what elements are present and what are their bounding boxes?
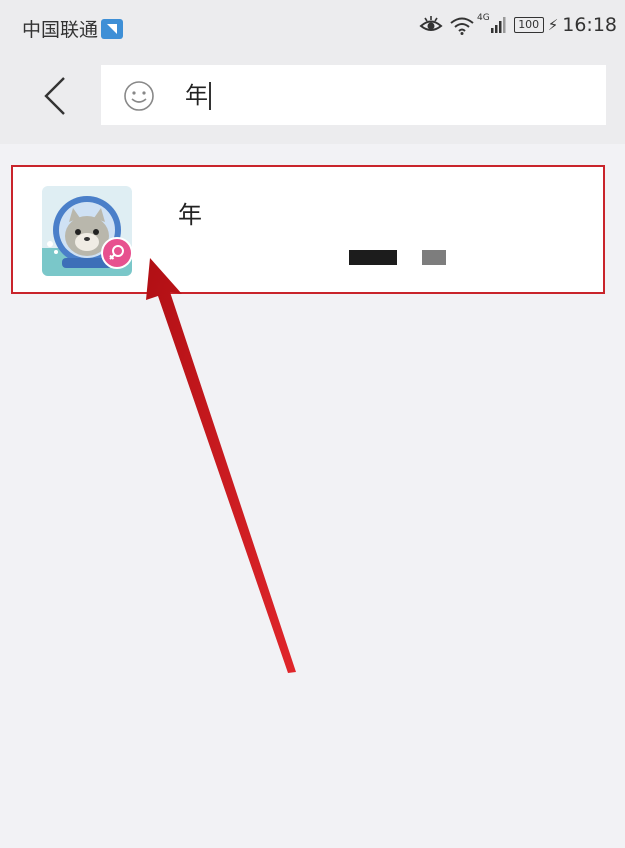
contact-name: 年 xyxy=(178,201,202,229)
redacted-text xyxy=(422,250,446,265)
screen: 中国联通 4G 100 ⚡ 16:18 年 年 xyxy=(0,0,625,848)
wifi-icon xyxy=(450,17,474,35)
status-bar: 中国联通 4G 100 ⚡ 16:18 xyxy=(0,0,625,56)
text-caret xyxy=(209,82,211,110)
redacted-text xyxy=(349,250,397,265)
network-type: 4G xyxy=(476,13,490,23)
carrier-logo-icon xyxy=(101,18,124,39)
chevron-left-icon xyxy=(44,77,65,115)
status-icons: 4G 100 ⚡ 16:18 xyxy=(419,13,617,36)
search-result-item[interactable]: 年 xyxy=(11,165,605,294)
charging-icon: ⚡ xyxy=(547,16,559,34)
emoji-icon[interactable] xyxy=(123,80,155,112)
clock: 16:18 xyxy=(562,14,617,36)
battery-level: 100 xyxy=(518,18,540,31)
carrier-info: 中国联通 xyxy=(22,15,124,42)
search-input[interactable]: 年 xyxy=(185,79,211,113)
carrier-name: 中国联通 xyxy=(22,19,99,41)
signal-icon xyxy=(490,17,506,33)
search-box[interactable]: 年 xyxy=(101,65,606,125)
search-header: 年 xyxy=(0,56,625,144)
search-query: 年 xyxy=(185,83,208,109)
female-gender-icon xyxy=(101,237,133,269)
eye-comfort-icon xyxy=(419,16,443,31)
back-button[interactable] xyxy=(30,70,80,122)
battery-icon: 100 xyxy=(513,17,544,33)
